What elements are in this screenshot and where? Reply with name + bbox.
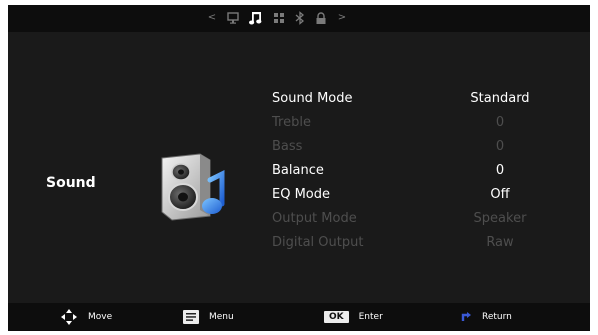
tv-settings-screen: < > Sound Sound Mode Standard Treble 0 B… <box>8 5 590 331</box>
lock-icon[interactable] <box>315 11 327 25</box>
hint-move-label: Move <box>88 312 113 322</box>
menu-item-label: EQ Mode <box>272 187 330 202</box>
sound-settings-list: Sound Mode Standard Treble 0 Bass 0 Bala… <box>272 87 572 255</box>
hint-return: Return <box>460 307 512 327</box>
menu-item-output-mode: Output Mode Speaker <box>272 207 572 231</box>
speaker-music-icon <box>161 153 225 221</box>
key-hint-bar: Move Menu OK Enter Return <box>8 303 590 331</box>
menu-item-value: Speaker <box>473 211 527 226</box>
picture-icon[interactable] <box>227 11 239 25</box>
category-title: Sound <box>46 175 96 191</box>
menu-item-label: Digital Output <box>272 235 364 250</box>
menu-item-value: Standard <box>470 91 530 106</box>
menu-item-value: 0 <box>495 163 505 178</box>
bluetooth-icon[interactable] <box>294 11 306 25</box>
menu-item-eq-mode[interactable]: EQ Mode Off <box>272 183 572 207</box>
nav-left-arrow[interactable]: < <box>206 8 218 28</box>
menu-key-icon <box>183 310 199 324</box>
menu-item-value: 0 <box>495 115 505 130</box>
menu-item-value: Off <box>490 187 510 202</box>
return-icon <box>461 312 471 321</box>
menu-category-nav: < > <box>206 8 348 28</box>
ok-key-icon: OK <box>324 311 349 323</box>
menu-item-bass: Bass 0 <box>272 135 572 159</box>
menu-item-balance[interactable]: Balance 0 <box>272 159 572 183</box>
menu-item-value: Raw <box>486 235 514 250</box>
top-menu-bar: < > <box>8 5 590 32</box>
menu-item-label: Output Mode <box>272 211 357 226</box>
dpad-arrows-icon <box>61 309 77 325</box>
menu-item-treble: Treble 0 <box>272 111 572 135</box>
menu-item-value: 0 <box>495 139 505 154</box>
menu-item-label: Bass <box>272 139 303 154</box>
menu-item-label: Balance <box>272 163 324 178</box>
settings-content: Sound Sound Mode Standard Treble 0 Bass … <box>8 32 590 303</box>
hint-enter: OK Enter <box>324 307 383 327</box>
menu-item-digital-output: Digital Output Raw <box>272 231 572 255</box>
nav-right-arrow[interactable]: > <box>336 8 348 28</box>
sound-icon[interactable] <box>248 10 264 26</box>
hint-menu-label: Menu <box>209 312 234 322</box>
menu-item-label: Sound Mode <box>272 91 353 106</box>
menu-item-label: Treble <box>272 115 311 130</box>
hint-return-label: Return <box>482 312 512 322</box>
hint-move: Move <box>60 307 112 327</box>
channel-icon[interactable] <box>273 11 285 25</box>
hint-menu: Menu <box>183 307 234 327</box>
hint-enter-label: Enter <box>358 312 383 322</box>
menu-item-sound-mode[interactable]: Sound Mode Standard <box>272 87 572 111</box>
